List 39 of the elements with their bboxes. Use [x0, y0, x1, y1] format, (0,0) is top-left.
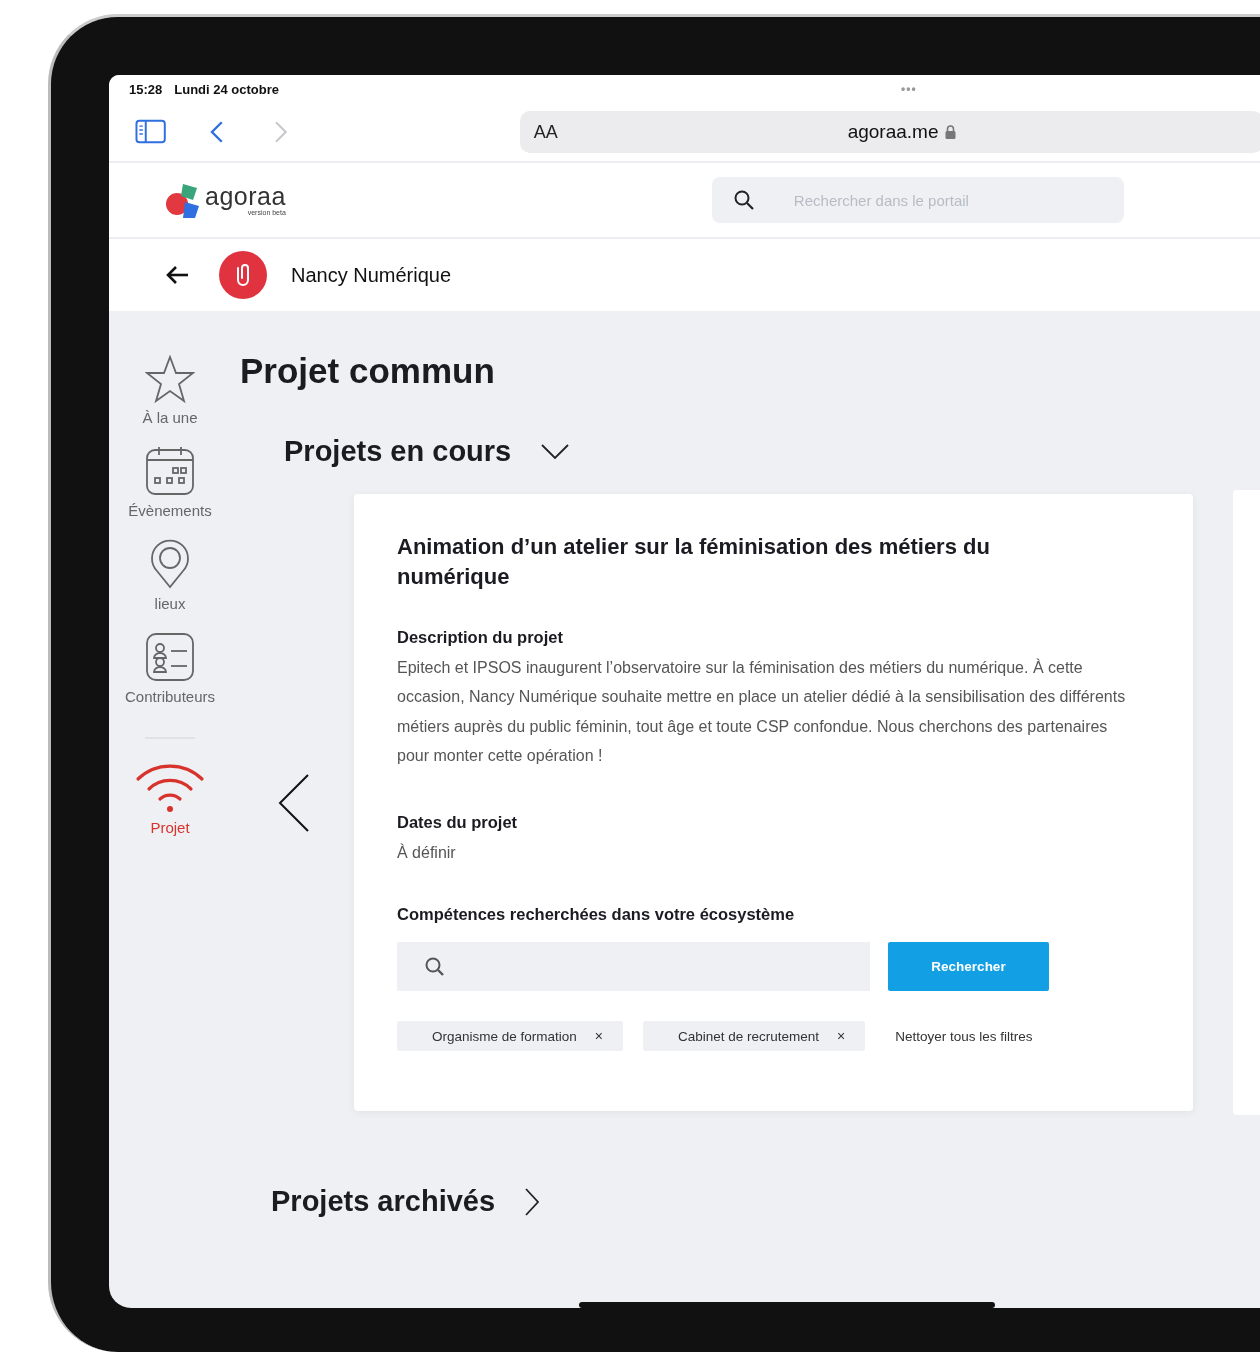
signal-icon — [135, 763, 205, 813]
card-title: Animation d’un atelier sur la féminisation des métiers du numérique — [397, 532, 991, 591]
field-label: Dates du projet — [397, 812, 519, 832]
contacts-icon — [145, 632, 195, 682]
filter-label: Organisme de formation — [432, 1028, 577, 1044]
status-time: 15:28 — [129, 81, 163, 97]
skills-search-field[interactable] — [397, 942, 870, 992]
location-pin-icon — [149, 539, 191, 589]
remove-filter-button[interactable]: × — [594, 1028, 603, 1045]
sidebar-item[interactable]: Projet — [135, 763, 205, 836]
page-title: Projet commun — [240, 351, 496, 391]
org-name: Nancy Numérique — [291, 263, 452, 287]
field-label: Compétences recherchées dans votre écosystème — [397, 905, 796, 925]
field-value: À définir — [397, 842, 457, 863]
sidebar-item[interactable]: Contributeurs — [124, 632, 215, 705]
sidebar-item[interactable]: Évènements — [128, 446, 212, 519]
calendar-icon — [145, 446, 195, 496]
logo-wordmark: agoraa — [205, 184, 286, 209]
text-size-button[interactable]: AA — [533, 121, 558, 143]
sidebar-toggle-icon[interactable] — [135, 119, 167, 145]
clear-filters-link[interactable]: Nettoyer tous les filtres — [885, 1028, 1033, 1044]
status-date: Lundi 24 octobre — [174, 81, 279, 97]
back-arrow-icon[interactable] — [165, 265, 189, 285]
url-text: agoraa.me — [847, 121, 939, 143]
field-label: Description du projet — [397, 627, 564, 647]
back-icon[interactable] — [210, 120, 224, 144]
chevron-right-icon — [525, 1187, 540, 1216]
lock-icon — [944, 125, 956, 139]
address-bar[interactable]: AA agoraa.me — [519, 111, 1260, 153]
sidebar-item[interactable]: lieux — [149, 539, 191, 612]
remove-filter-button[interactable]: × — [837, 1028, 846, 1045]
section-toggle[interactable]: Projets en cours — [284, 435, 570, 468]
filter-label: Cabinet de recrutement — [678, 1028, 820, 1044]
chevron-left-icon — [278, 773, 310, 832]
chevron-down-icon — [541, 443, 570, 460]
star-icon — [145, 355, 195, 403]
section-toggle[interactable]: Projets archivés — [271, 1185, 540, 1218]
field-value: Epitech et IPSOS inaugurent l’observatoire sur la féminisation des métiers du numérique. À cette occasion, Nancy Numérique souhaite mettre en place un atelier dédié à la sensibilisation des différents métiers auprès du public féminin, tout âge et toute CSP confondue. Nous cherchons des partenaires pour monter cette opération ! — [397, 657, 1127, 767]
sidebar-item[interactable]: À la une — [142, 355, 198, 426]
